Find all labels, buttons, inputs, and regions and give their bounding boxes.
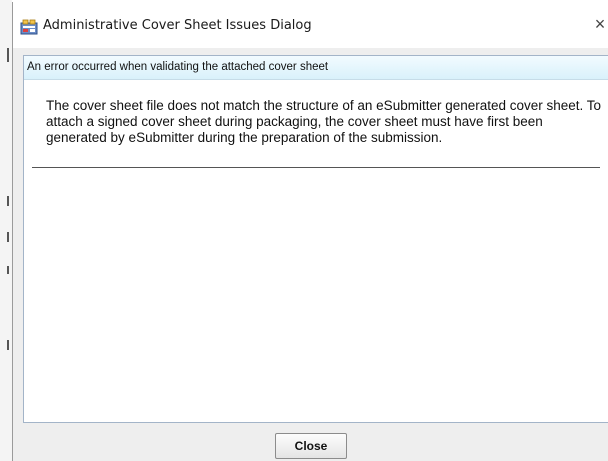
separator-line [32,167,600,168]
screen: Administrative Cover Sheet Issues Dialog… [0,0,608,461]
close-button[interactable]: Close [275,433,347,459]
title-bar[interactable]: Administrative Cover Sheet Issues Dialog… [13,2,608,48]
background-window-mark [7,340,9,350]
background-window-mark [7,196,9,206]
error-message: The cover sheet file does not match the … [46,98,602,145]
app-icon [20,19,38,35]
button-bar: Close [13,423,608,461]
window-title: Administrative Cover Sheet Issues Dialog [43,18,312,33]
background-window-edge [0,0,12,461]
background-window-mark [7,266,9,274]
background-window-mark [7,232,9,242]
background-window-mark [7,48,9,62]
dialog-content-panel: An error occurred when validating the at… [23,55,608,423]
error-header-text: An error occurred when validating the at… [27,61,329,73]
cover-sheet-issues-dialog: Administrative Cover Sheet Issues Dialog… [12,2,608,461]
close-window-icon[interactable]: × [593,13,607,35]
error-header-band: An error occurred when validating the at… [24,56,608,80]
